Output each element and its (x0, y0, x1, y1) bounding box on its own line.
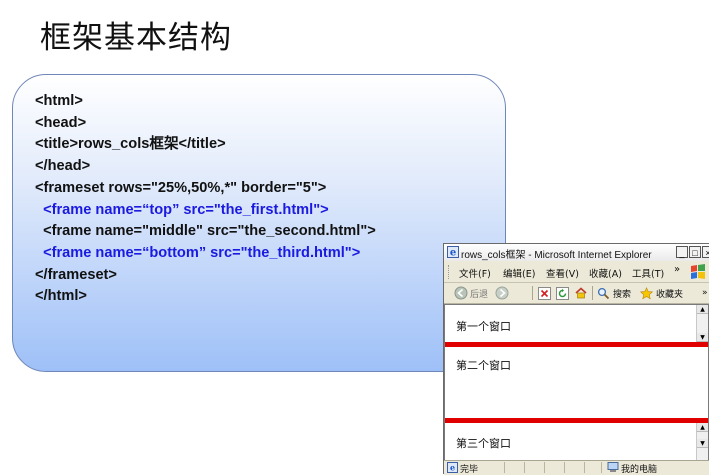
code-line: <frame name="middle" src="the_second.htm… (35, 223, 376, 240)
status-divider (524, 462, 525, 473)
toolbar-grip[interactable] (448, 265, 451, 279)
svg-text:e: e (450, 248, 456, 259)
forward-arrow-icon (495, 286, 509, 300)
search-label: 搜索 (613, 289, 632, 300)
scroll-up-arrow-icon[interactable]: ▲ (697, 305, 708, 314)
refresh-icon (556, 286, 569, 300)
code-line: <frameset rows="25%,50%,*" border="5"> (35, 179, 327, 196)
code-line-highlighted: <frame name=“top” src="the_first.html"> (35, 201, 329, 218)
status-divider (564, 462, 565, 473)
back-button[interactable]: 后退 (454, 285, 488, 301)
frame-top-text: 第一个窗口 (456, 320, 511, 333)
svg-text:e: e (450, 463, 455, 473)
status-divider (544, 462, 545, 473)
status-text: 完毕 (460, 465, 479, 475)
code-line-highlighted: <frame name=“bottom” src="the_third.html… (35, 244, 361, 261)
ie-browser-window: e rows_cols框架 - Microsoft Internet Explo… (443, 243, 709, 475)
code-line: <html> (35, 93, 83, 109)
code-line: </html> (35, 288, 87, 305)
scroll-up-arrow-icon[interactable]: ▲ (697, 423, 708, 432)
security-zone-label: 我的电脑 (621, 465, 658, 475)
menu-file[interactable]: 文件(F) (459, 266, 491, 280)
toolbar-overflow-chevron[interactable]: » (702, 285, 708, 301)
page-done-icon: e (447, 462, 458, 473)
frame-top[interactable]: 第一个窗口 ▲ ▼ (445, 305, 708, 342)
code-panel: <html> <head> <title>rows_cols框架</title>… (12, 74, 506, 372)
refresh-button[interactable] (556, 285, 569, 301)
frameset-viewport: 第一个窗口 ▲ ▼ 第二个窗口 第三个窗口 ▲ ▼ (444, 304, 709, 474)
menu-view[interactable]: 查看(V) (546, 266, 579, 280)
search-button[interactable]: 搜索 (597, 285, 631, 301)
windows-logo-icon (691, 264, 705, 279)
code-listing: <html> <head> <title>rows_cols框架</title>… (35, 91, 376, 308)
close-button[interactable]: × (702, 246, 709, 258)
window-titlebar[interactable]: e rows_cols框架 - Microsoft Internet Explo… (444, 244, 709, 261)
menu-favorites[interactable]: 收藏(A) (589, 266, 622, 280)
window-title: rows_cols框架 - Microsoft Internet Explore… (461, 250, 652, 261)
scroll-down-arrow-icon[interactable]: ▼ (697, 439, 708, 448)
scroll-down-arrow-icon[interactable]: ▼ (697, 333, 708, 342)
status-divider (504, 462, 505, 473)
stop-icon (538, 286, 551, 300)
menu-overflow-chevron[interactable]: » (674, 264, 680, 275)
ie-page-icon: e (447, 246, 459, 258)
favorites-label: 收藏夹 (656, 289, 684, 300)
search-icon (597, 287, 610, 299)
standard-toolbar: 后退 搜索 收藏夹 » (444, 283, 709, 304)
status-divider (584, 462, 585, 473)
menu-bar: 文件(F) 编辑(E) 查看(V) 收藏(A) 工具(T) » (444, 262, 709, 283)
forward-button[interactable] (495, 285, 509, 301)
code-line: </head> (35, 158, 91, 175)
favorites-button[interactable]: 收藏夹 (640, 285, 683, 301)
toolbar-separator (532, 286, 533, 300)
menu-edit[interactable]: 编辑(E) (503, 266, 535, 280)
code-line: </frameset> (35, 266, 117, 283)
code-line: <head> (35, 114, 87, 131)
frame-middle-text: 第二个窗口 (456, 359, 511, 372)
home-icon (575, 287, 587, 299)
back-arrow-icon (454, 286, 468, 300)
maximize-button[interactable]: □ (689, 246, 701, 258)
back-label: 后退 (470, 289, 489, 300)
favorites-star-icon (640, 286, 653, 299)
menu-tools[interactable]: 工具(T) (632, 266, 664, 280)
status-bar: e 完毕 我的电脑 (444, 460, 709, 475)
frame-middle[interactable]: 第二个窗口 (445, 347, 708, 418)
my-computer-icon (607, 462, 619, 472)
toolbar-separator (592, 286, 593, 300)
code-line: <title>rows_cols框架</title> (35, 136, 226, 153)
home-button[interactable] (574, 285, 588, 301)
frame-bottom-text: 第三个窗口 (456, 437, 511, 450)
slide-title: 框架基本结构 (40, 20, 232, 56)
frame-top-scrollbar[interactable]: ▲ ▼ (696, 305, 708, 342)
status-divider (601, 462, 602, 473)
minimize-button[interactable]: _ (676, 246, 688, 258)
stop-button[interactable] (538, 285, 551, 301)
